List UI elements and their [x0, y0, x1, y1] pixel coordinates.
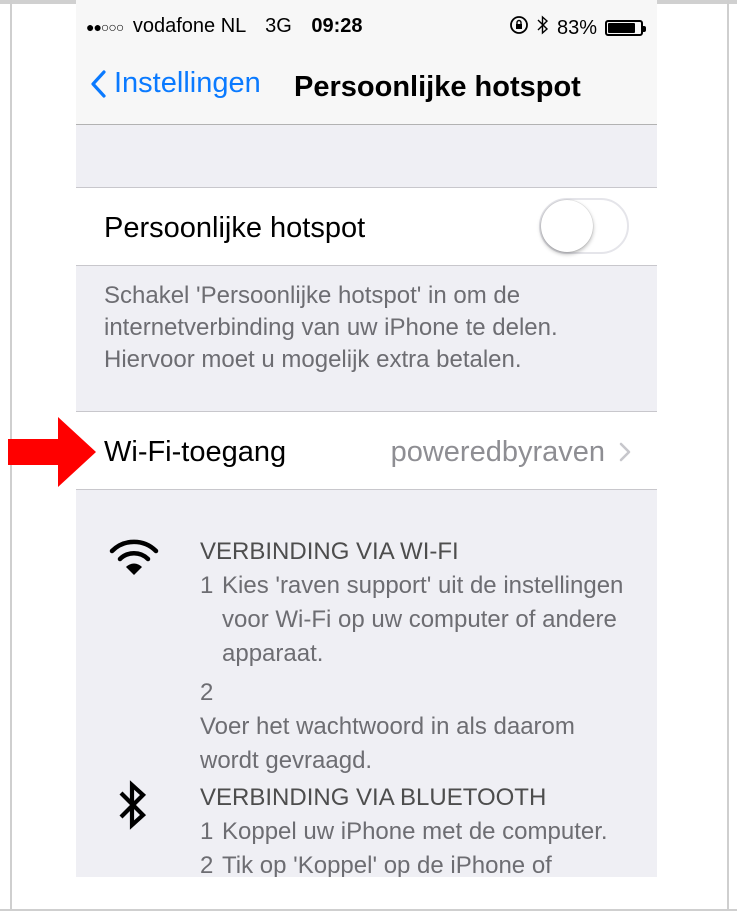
wifi-section-title: VERBINDING VIA WI-FI: [200, 538, 459, 565]
bluetooth-step-2: 2 Tik op 'Koppel' op de iPhone of: [200, 849, 657, 877]
bluetooth-section-title: VERBINDING VIA BLUETOOTH: [200, 784, 547, 811]
wifi-access-value: poweredbyraven: [390, 436, 605, 468]
back-button[interactable]: Instellingen: [90, 67, 261, 100]
switch-knob: [541, 200, 593, 252]
hotspot-toggle-row: Persoonlijke hotspot: [76, 187, 657, 266]
battery-icon: [605, 20, 646, 36]
step-number: 2: [200, 679, 214, 706]
bluetooth-step-1: 1 Koppel uw iPhone met de computer.: [200, 815, 657, 849]
step-number: 2: [200, 852, 214, 877]
hotspot-switch[interactable]: [539, 198, 629, 254]
battery-percentage: 83%: [556, 16, 597, 39]
back-button-label: Instellingen: [114, 67, 261, 99]
phone-screen: ●●○○○ vodafone NL 3G 09:28 83% Instellin…: [76, 0, 657, 877]
step-text: Koppel uw iPhone met de computer.: [222, 818, 608, 845]
status-bar: ●●○○○ vodafone NL 3G 09:28 83%: [76, 0, 657, 55]
wifi-access-row[interactable]: Wi-Fi-toegang poweredbyraven: [76, 411, 657, 490]
wifi-icon: [109, 539, 159, 575]
status-time: 09:28: [311, 15, 363, 37]
chevron-left-icon: [91, 69, 106, 98]
carrier-name: vodafone NL: [132, 15, 246, 37]
frame-right-border: [727, 0, 729, 911]
step-text: Kies 'raven support' uit de instellingen…: [222, 572, 624, 667]
step-number: 1: [200, 572, 214, 599]
wifi-step-1: 1 Kies 'raven support' uit de instellinge…: [200, 569, 650, 671]
hotspot-footer-text: Schakel 'Persoonlijke hotspot' in om de …: [104, 282, 558, 373]
hotspot-label: Persoonlijke hotspot: [104, 212, 366, 244]
bluetooth-icon: [537, 15, 549, 41]
navigation-bar: Instellingen Persoonlijke hotspot: [76, 55, 657, 125]
step-number: 1: [200, 818, 214, 845]
chevron-right-icon: [619, 442, 631, 462]
signal-strength-indicator: ●●○○○: [86, 19, 124, 35]
network-type: 3G: [265, 15, 292, 37]
bluetooth-icon: [119, 780, 147, 830]
page-title: Persoonlijke hotspot: [294, 71, 581, 103]
step-text: Voer het wachtwoord in als daarom wordt …: [200, 713, 575, 774]
wifi-step-2: 2 Voer het wachtwoord in als daarom wordt…: [200, 676, 650, 778]
wifi-access-label: Wi-Fi-toegang: [104, 436, 287, 468]
step-text: Tik op 'Koppel' op de iPhone of: [222, 852, 552, 877]
rotation-lock-icon: [509, 15, 529, 41]
red-arrow-icon: [8, 417, 96, 487]
